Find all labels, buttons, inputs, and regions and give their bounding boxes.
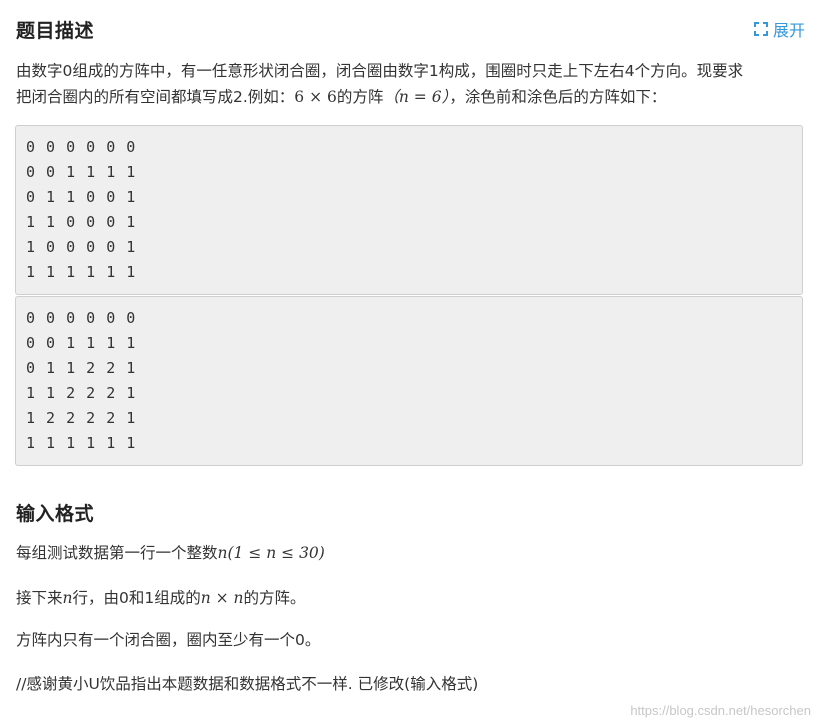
matrix-before-row: 1 1 0 0 0 1 — [26, 213, 137, 231]
matrix-before-row: 0 1 1 0 0 1 — [26, 188, 137, 206]
matrix-before-row: 1 0 0 0 0 1 — [26, 238, 137, 256]
expand-button[interactable]: 展开 — [753, 17, 805, 41]
matrix-before-row: 0 0 0 0 0 0 — [26, 138, 137, 156]
matrix-after-row: 0 0 0 0 0 0 — [26, 309, 137, 327]
matrix-after-codeblock: 0 0 0 0 0 0 0 0 1 1 1 1 0 1 1 2 2 1 1 1 … — [15, 296, 803, 466]
description-text: 的方阵 — [336, 88, 384, 106]
description-paragraph: 由数字0组成的方阵中，有一任意形状闭合圈，闭合圈由数字1构成，围圈时只走上下左右… — [16, 58, 805, 110]
expand-corners-icon — [753, 21, 769, 37]
watermark: https://blog.csdn.net/hesorchen — [630, 703, 811, 718]
input-format-line-2: 接下来n行，由0和1组成的n × n的方阵。 — [16, 585, 805, 611]
problem-description-title: 题目描述 — [16, 20, 95, 42]
math-expression: （n = 6） — [383, 88, 450, 106]
input-format-text: 行，由0和1组成的 — [72, 589, 201, 607]
matrix-before-codeblock: 0 0 0 0 0 0 0 0 1 1 1 1 0 1 1 0 0 1 1 1 … — [15, 125, 803, 295]
matrix-after-row: 1 2 2 2 2 1 — [26, 409, 137, 427]
matrix-after-row: 1 1 1 1 1 1 — [26, 434, 137, 452]
description-text: ，涂色前和涂色后的方阵如下： — [449, 88, 667, 106]
matrix-before-row: 1 1 1 1 1 1 — [26, 263, 137, 281]
input-format-line-3: 方阵内只有一个闭合圈，圈内至少有一个0。 — [16, 631, 321, 649]
math-expression: n × n — [200, 589, 244, 607]
expand-label: 展开 — [772, 21, 805, 40]
description-line-2: 把闭合圈内的所有空间都填写成2.例如：6 × 6的方阵（n = 6），涂色前和涂… — [16, 84, 805, 110]
math-expression: 6 × 6 — [294, 88, 337, 106]
input-format-title: 输入格式 — [16, 503, 95, 525]
math-expression: n — [62, 589, 73, 607]
input-format-text: 接下来 — [16, 589, 63, 607]
matrix-after-row: 1 1 2 2 2 1 — [26, 384, 137, 402]
matrix-before-row: 0 0 1 1 1 1 — [26, 163, 137, 181]
input-format-text: 每组测试数据第一行一个整数 — [16, 544, 218, 562]
input-format-text: 的方阵。 — [243, 589, 306, 607]
math-expression: n(1 ≤ n ≤ 30) — [217, 544, 325, 562]
input-format-line-4: //感谢黄小U饮品指出本题数据和数据格式不一样. 已修改(输入格式) — [16, 675, 479, 693]
matrix-after-row: 0 0 1 1 1 1 — [26, 334, 137, 352]
matrix-after-row: 0 1 1 2 2 1 — [26, 359, 137, 377]
input-format-line-1: 每组测试数据第一行一个整数n(1 ≤ n ≤ 30) — [16, 540, 805, 566]
description-text: 把闭合圈内的所有空间都填写成2.例如： — [16, 88, 295, 106]
description-line-1: 由数字0组成的方阵中，有一任意形状闭合圈，闭合圈由数字1构成，围圈时只走上下左右… — [16, 62, 744, 80]
